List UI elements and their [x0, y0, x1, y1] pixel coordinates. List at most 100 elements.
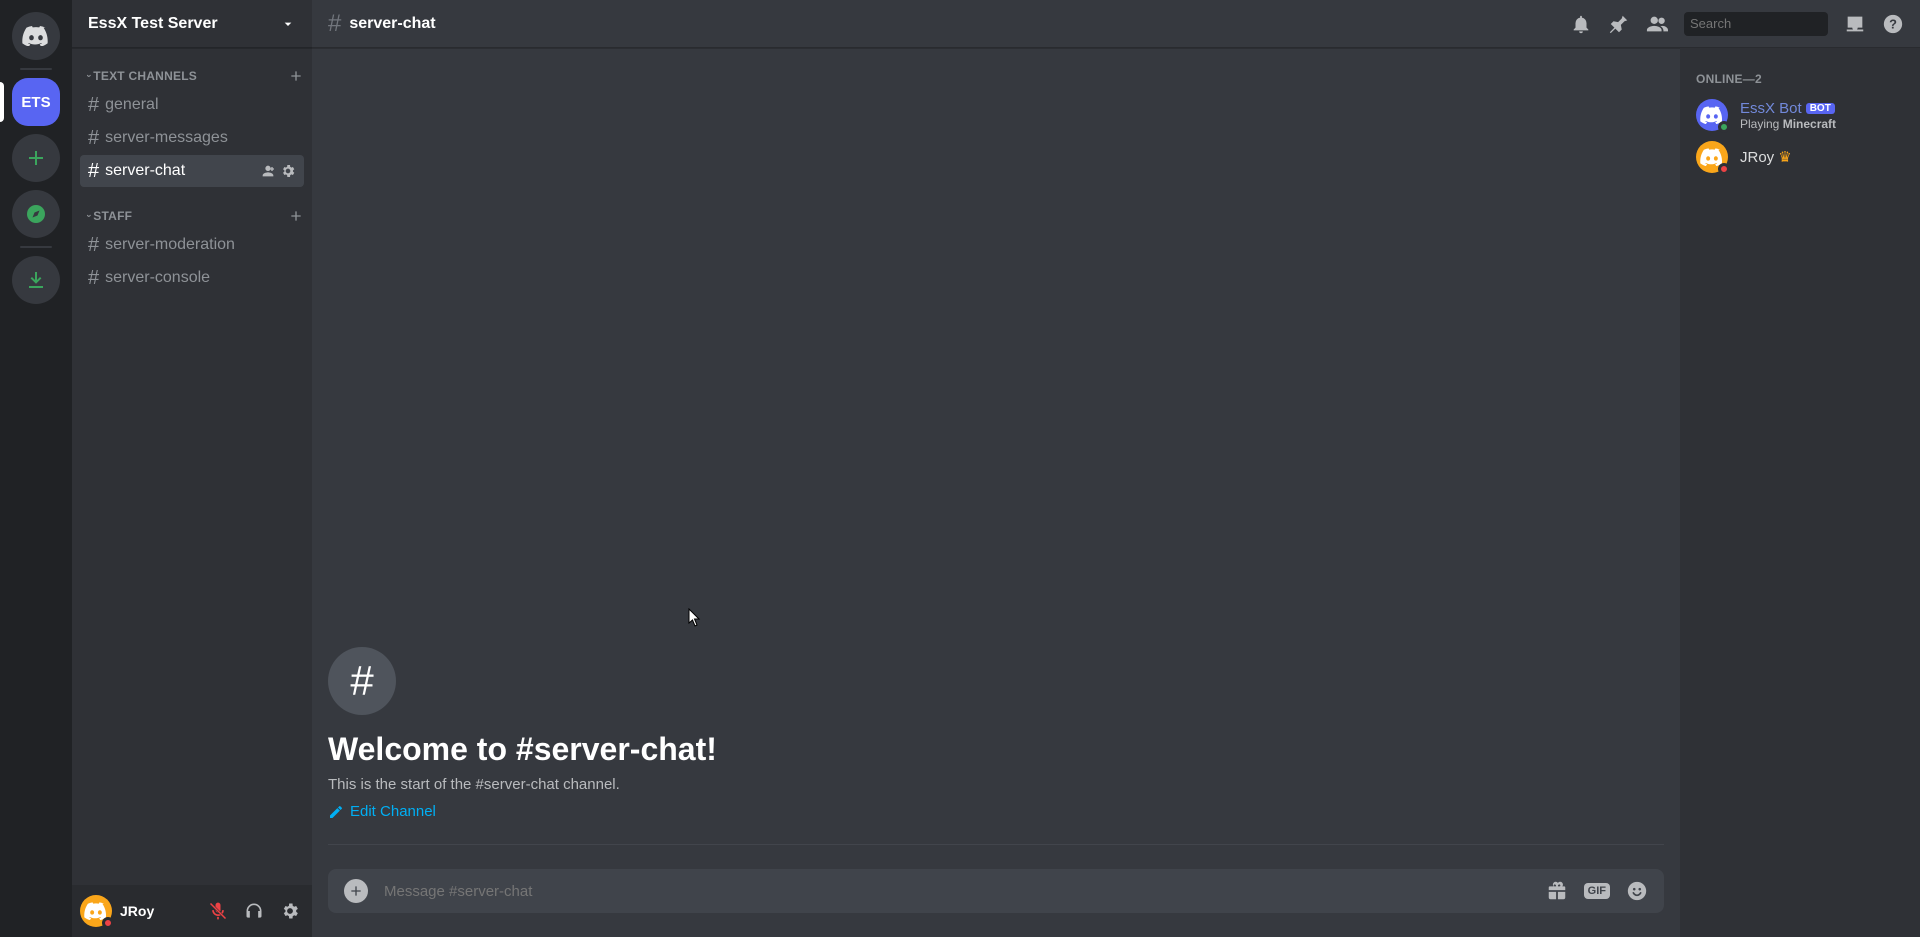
compose-bar: GIF	[328, 869, 1664, 913]
member-activity: Playing Minecraft	[1740, 117, 1836, 131]
gift-icon	[1546, 880, 1568, 902]
server-rail: ETS	[0, 0, 72, 937]
content-row: # Welcome to #server-chat! This is the s…	[312, 48, 1920, 937]
main-area: # server-chat ? # Welcome to #server-cha…	[312, 0, 1920, 937]
notifications-button[interactable]	[1570, 13, 1592, 35]
message-scroll[interactable]: # Welcome to #server-chat! This is the s…	[312, 48, 1680, 869]
welcome-divider	[328, 844, 1664, 845]
server-icon[interactable]: ETS	[12, 78, 60, 126]
message-input[interactable]	[384, 883, 1530, 900]
add-channel-button[interactable]	[288, 208, 304, 224]
inbox-icon	[1844, 13, 1866, 35]
channel-header: # server-chat ?	[312, 0, 1920, 48]
welcome-subtitle: This is the start of the #server-chat ch…	[328, 776, 1664, 793]
deafen-button[interactable]	[240, 897, 268, 925]
channel-category[interactable]: ›STAFF	[72, 188, 312, 228]
gear-icon	[280, 163, 296, 179]
mute-button[interactable]	[204, 897, 232, 925]
hash-icon: #	[88, 267, 99, 290]
members-toggle-button[interactable]	[1646, 13, 1668, 35]
user-panel: JRoy	[72, 885, 312, 937]
chat-column: # Welcome to #server-chat! This is the s…	[312, 48, 1680, 937]
bot-badge: BOT	[1806, 103, 1835, 114]
server-header[interactable]: EssX Test Server	[72, 0, 312, 48]
plus-icon	[348, 883, 364, 899]
download-icon	[24, 268, 48, 292]
headphones-icon	[244, 901, 264, 921]
channel-server-moderation[interactable]: # server-moderation	[80, 229, 304, 261]
hash-icon: #	[88, 127, 99, 150]
add-channel-button[interactable]	[288, 68, 304, 84]
home-button[interactable]	[12, 12, 60, 60]
channel-label: server-moderation	[105, 236, 296, 254]
channel-sidebar: EssX Test Server ›TEXT CHANNELS#general#…	[72, 0, 312, 937]
hash-icon: #	[88, 160, 99, 183]
gif-button[interactable]: GIF	[1584, 883, 1610, 899]
bell-icon	[1570, 13, 1592, 35]
channel-list: ›TEXT CHANNELS # general # server-messages # s…	[72, 48, 312, 885]
member-name: JRoy ♛	[1740, 148, 1792, 166]
self-username: JRoy	[120, 903, 196, 919]
plus-icon	[288, 68, 304, 84]
chevron-down-icon	[280, 16, 296, 32]
mic-muted-icon	[208, 901, 228, 921]
people-icon	[1646, 13, 1668, 35]
add-server-button[interactable]	[12, 134, 60, 182]
compose-area: GIF	[312, 869, 1680, 937]
pencil-icon	[328, 804, 344, 820]
member-avatar	[1696, 99, 1728, 131]
user-settings-button[interactable]	[276, 897, 304, 925]
help-icon: ?	[1882, 13, 1904, 35]
channel-general[interactable]: # general	[80, 89, 304, 121]
channel-title: server-chat	[349, 15, 435, 33]
category-label: ›TEXT CHANNELS	[88, 69, 197, 83]
category-label: ›STAFF	[88, 209, 132, 223]
pinned-button[interactable]	[1608, 13, 1630, 35]
help-button[interactable]: ?	[1882, 13, 1904, 35]
member-essx-bot[interactable]: EssX Bot BOTPlaying Minecraft	[1688, 94, 1912, 136]
explore-button[interactable]	[12, 190, 60, 238]
rail-separator	[20, 246, 52, 248]
channel-label: server-console	[105, 269, 296, 287]
gear-icon	[280, 901, 300, 921]
smile-icon	[1626, 880, 1648, 902]
server-name: EssX Test Server	[88, 15, 218, 33]
channel-server-console[interactable]: # server-console	[80, 262, 304, 294]
plus-icon	[288, 208, 304, 224]
member-jroy[interactable]: JRoy ♛	[1688, 136, 1912, 178]
channel-label: server-messages	[105, 129, 296, 147]
channel-server-messages[interactable]: # server-messages	[80, 122, 304, 154]
plus-icon	[24, 146, 48, 170]
member-name: EssX Bot BOT	[1740, 100, 1836, 117]
channel-category[interactable]: ›TEXT CHANNELS	[72, 56, 312, 88]
svg-text:?: ?	[1889, 16, 1897, 31]
inbox-button[interactable]	[1844, 13, 1866, 35]
channel-settings-button[interactable]	[280, 163, 296, 179]
emoji-button[interactable]	[1626, 880, 1648, 902]
gift-button[interactable]	[1546, 880, 1568, 902]
welcome-title: Welcome to #server-chat!	[328, 731, 1664, 768]
member-group-heading: ONLINE—2	[1688, 64, 1912, 94]
self-avatar[interactable]	[80, 895, 112, 927]
search-input[interactable]	[1690, 16, 1866, 31]
channel-label: general	[105, 96, 296, 114]
hash-icon: #	[328, 10, 341, 38]
edit-channel-label: Edit Channel	[350, 803, 436, 820]
channel-server-chat[interactable]: # server-chat	[80, 155, 304, 187]
hash-icon: #	[88, 94, 99, 117]
discord-logo-icon	[22, 26, 50, 46]
welcome-hash-icon: #	[328, 647, 396, 715]
search-box[interactable]	[1684, 12, 1828, 36]
invite-button[interactable]	[260, 163, 276, 179]
member-list: ONLINE—2 EssX Bot BOTPlaying Minecraft JR…	[1680, 48, 1920, 937]
crown-icon: ♛	[1778, 148, 1791, 166]
edit-channel-link[interactable]: Edit Channel	[328, 803, 1664, 820]
channel-label: server-chat	[105, 162, 254, 180]
attach-button[interactable]	[344, 879, 368, 903]
server-initials: ETS	[21, 94, 50, 111]
download-button[interactable]	[12, 256, 60, 304]
hash-icon: #	[88, 234, 99, 257]
rail-separator	[20, 68, 52, 70]
member-avatar	[1696, 141, 1728, 173]
pin-icon	[1608, 13, 1630, 35]
